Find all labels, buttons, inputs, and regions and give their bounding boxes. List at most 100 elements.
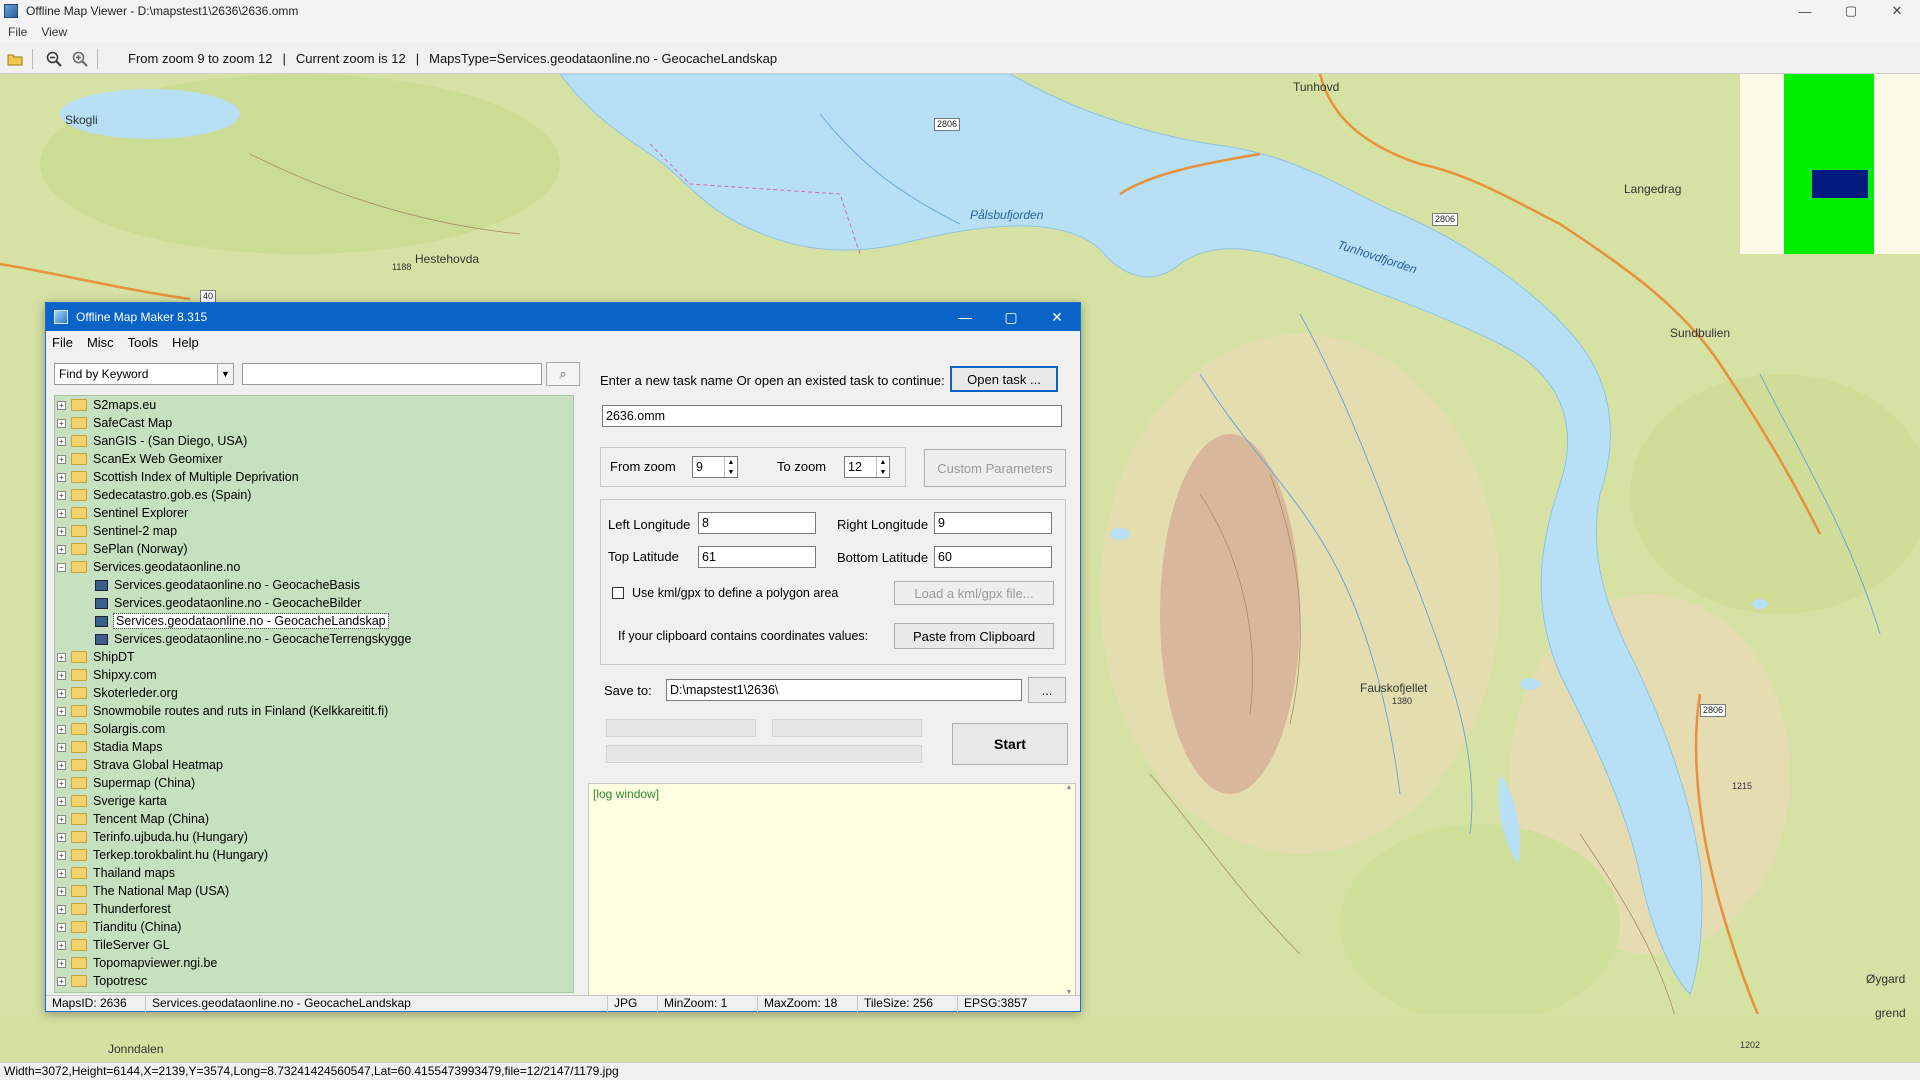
tree-item[interactable]: + ScanEx Web Geomixer — [55, 450, 573, 468]
tree-item[interactable]: + Terinfo.ujbuda.hu (Hungary) — [55, 828, 573, 846]
expand-icon[interactable]: + — [57, 706, 66, 716]
dialog-maximize-button[interactable]: ▢ — [988, 303, 1034, 331]
expand-icon[interactable]: + — [57, 688, 66, 698]
tree-item[interactable]: + S2maps.eu — [55, 396, 573, 414]
expand-icon[interactable]: + — [57, 760, 66, 770]
browse-folder-button[interactable]: ... — [1028, 677, 1066, 703]
tree-item[interactable]: + Solargis.com — [55, 720, 573, 738]
expand-icon[interactable]: + — [57, 886, 66, 896]
left-longitude-input[interactable]: 8 — [698, 512, 816, 534]
start-button[interactable]: Start — [952, 723, 1068, 765]
minimize-button[interactable]: — — [1782, 0, 1828, 22]
expand-icon[interactable]: + — [57, 832, 66, 842]
expand-icon[interactable]: + — [57, 670, 66, 680]
tree-item[interactable]: + TileServer GL — [55, 936, 573, 954]
expand-icon[interactable]: + — [57, 472, 66, 482]
tree-item[interactable]: Services.geodataonline.no - GeocacheLand… — [55, 612, 573, 630]
map-source-tree[interactable]: + S2maps.eu + SafeCast Map + SanGIS - (San Di… — [54, 395, 574, 993]
tree-item[interactable]: + Stadia Maps — [55, 738, 573, 756]
tree-item[interactable]: + SafeCast Map — [55, 414, 573, 432]
overview-minimap[interactable] — [1740, 74, 1920, 254]
tree-item[interactable]: + Skoterleder.org — [55, 684, 573, 702]
expand-icon[interactable]: + — [57, 922, 66, 932]
tree-item[interactable]: + Sverige karta — [55, 792, 573, 810]
zoom-in-icon[interactable] — [69, 48, 91, 70]
log-window[interactable]: [log window] ▲ ▼ — [588, 783, 1076, 997]
expand-icon[interactable]: + — [57, 814, 66, 824]
expand-icon[interactable]: + — [57, 436, 66, 446]
stepper-arrows-icon[interactable]: ▲ ▼ — [724, 457, 737, 477]
expand-icon[interactable]: + — [57, 796, 66, 806]
expand-icon[interactable]: + — [57, 454, 66, 464]
dialog-menu-file[interactable]: File — [52, 335, 73, 350]
tree-item[interactable]: Services.geodataonline.no - GeocacheBasi… — [55, 576, 573, 594]
tree-item[interactable]: + Topotresc — [55, 972, 573, 990]
tree-item[interactable]: + Terkep.torokbalint.hu (Hungary) — [55, 846, 573, 864]
tree-item[interactable]: − Services.geodataonline.no — [55, 558, 573, 576]
chevron-down-icon[interactable]: ▼ — [217, 364, 233, 384]
expand-icon[interactable]: + — [57, 904, 66, 914]
dialog-menu-misc[interactable]: Misc — [87, 335, 114, 350]
tree-item[interactable]: + Topomapviewer.ngi.be — [55, 954, 573, 972]
open-task-button[interactable]: Open task ... — [950, 366, 1058, 392]
expand-icon[interactable]: + — [57, 418, 66, 428]
tree-item[interactable]: + SePlan (Norway) — [55, 540, 573, 558]
tree-item[interactable]: + Shipxy.com — [55, 666, 573, 684]
collapse-icon[interactable]: − — [57, 562, 66, 572]
log-scrollbar[interactable]: ▲ ▼ — [1063, 784, 1075, 996]
search-button[interactable]: ⌕ — [546, 362, 580, 386]
tree-item[interactable]: + Tencent Map (China) — [55, 810, 573, 828]
dialog-close-button[interactable]: ✕ — [1034, 303, 1080, 331]
tree-item[interactable]: + Scottish Index of Multiple Deprivation — [55, 468, 573, 486]
save-path-field[interactable]: D:\mapstest1\2636\ — [666, 679, 1022, 701]
tree-item[interactable]: + Tianditu (China) — [55, 918, 573, 936]
folder-open-icon[interactable] — [4, 48, 26, 70]
custom-parameters-button[interactable]: Custom Parameters — [924, 449, 1066, 487]
bottom-latitude-input[interactable]: 60 — [934, 546, 1052, 568]
to-zoom-stepper[interactable]: 12 ▲ ▼ — [844, 456, 890, 478]
tree-item[interactable]: + Sentinel-2 map — [55, 522, 573, 540]
expand-icon[interactable]: + — [57, 742, 66, 752]
right-longitude-input[interactable]: 9 — [934, 512, 1052, 534]
tree-item[interactable]: + Sentinel Explorer — [55, 504, 573, 522]
expand-icon[interactable]: + — [57, 778, 66, 788]
expand-icon[interactable]: + — [57, 508, 66, 518]
menu-file[interactable]: File — [8, 25, 27, 39]
maximize-button[interactable]: ▢ — [1828, 0, 1874, 22]
tree-item[interactable]: + Strava Global Heatmap — [55, 756, 573, 774]
kml-polygon-checkbox[interactable] — [612, 587, 624, 599]
tree-item[interactable]: + Thailand maps — [55, 864, 573, 882]
keyword-search-input[interactable] — [242, 363, 542, 385]
expand-icon[interactable]: + — [57, 958, 66, 968]
expand-icon[interactable]: + — [57, 868, 66, 878]
expand-icon[interactable]: + — [57, 544, 66, 554]
tree-item[interactable]: Services.geodataonline.no - GeocacheBild… — [55, 594, 573, 612]
close-button[interactable]: ✕ — [1874, 0, 1920, 22]
task-name-field[interactable]: 2636.omm — [602, 405, 1062, 427]
expand-icon[interactable]: + — [57, 850, 66, 860]
tree-item[interactable]: + The National Map (USA) — [55, 882, 573, 900]
expand-icon[interactable]: + — [57, 724, 66, 734]
expand-icon[interactable]: + — [57, 976, 66, 986]
tree-item[interactable]: Services.geodataonline.no - GeocacheTerr… — [55, 630, 573, 648]
tree-item[interactable]: + SanGIS - (San Diego, USA) — [55, 432, 573, 450]
tree-item[interactable]: + Sedecatastro.gob.es (Spain) — [55, 486, 573, 504]
dialog-menu-help[interactable]: Help — [172, 335, 199, 350]
stepper-arrows-icon[interactable]: ▲ ▼ — [876, 457, 889, 477]
zoom-out-icon[interactable] — [43, 48, 65, 70]
tree-item[interactable]: + Snowmobile routes and ruts in Finland (… — [55, 702, 573, 720]
dialog-minimize-button[interactable]: — — [942, 303, 988, 331]
tree-item[interactable]: + Thunderforest — [55, 900, 573, 918]
load-kml-button[interactable]: Load a kml/gpx file... — [894, 581, 1054, 605]
paste-clipboard-button[interactable]: Paste from Clipboard — [894, 623, 1054, 649]
expand-icon[interactable]: + — [57, 652, 66, 662]
top-latitude-input[interactable]: 61 — [698, 546, 816, 568]
search-mode-select[interactable]: Find by Keyword ▼ — [54, 363, 234, 385]
tree-item[interactable]: + ShipDT — [55, 648, 573, 666]
expand-icon[interactable]: + — [57, 490, 66, 500]
dialog-menu-tools[interactable]: Tools — [128, 335, 158, 350]
tree-item[interactable]: + Supermap (China) — [55, 774, 573, 792]
menu-view[interactable]: View — [41, 25, 67, 39]
expand-icon[interactable]: + — [57, 940, 66, 950]
expand-icon[interactable]: + — [57, 526, 66, 536]
